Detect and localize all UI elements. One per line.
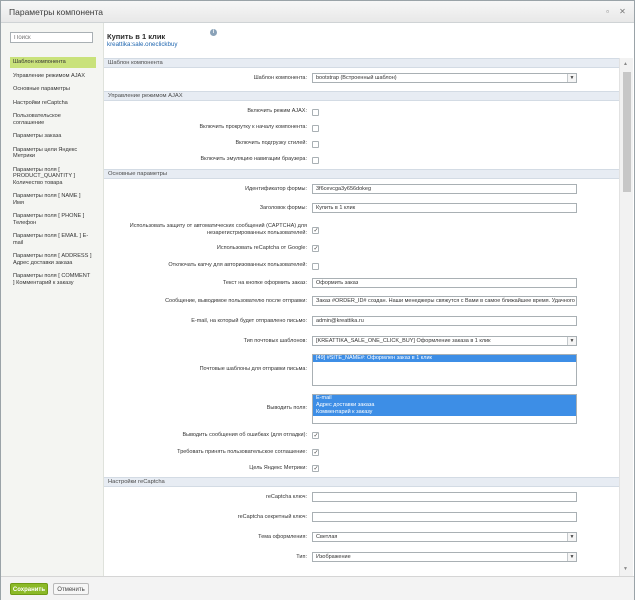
dialog-titlebar: Параметры компонента ▫ ✕ (1, 1, 634, 23)
chevron-down-icon: ▼ (567, 553, 576, 561)
rc-theme-label: Тема оформления: (258, 534, 307, 540)
section-ajax: Управление режимом AJAX (104, 91, 619, 101)
message-label: Сообщение, выводимое пользователю после … (165, 298, 307, 304)
section-main: Основные параметры (104, 169, 619, 179)
metrika-label: Цель Яндекс Метрики: (249, 465, 307, 471)
agreement-checkbox[interactable] (312, 449, 319, 456)
sidebar-item-template[interactable]: Шаблон компонента (10, 57, 96, 68)
component-name: Купить в 1 клик (107, 32, 166, 41)
ajax-mode-label: Включить режим AJAX: (247, 108, 307, 114)
mail-templates-label: Почтовые шаблоны для отправки письма: (199, 366, 307, 372)
content-scrollbar[interactable]: ▲ ▼ (619, 58, 633, 576)
disable-captcha-label: Отключать капчу для авторизованных польз… (168, 262, 307, 268)
form-title-label: Заголовок формы: (259, 205, 307, 211)
rc-key-input[interactable] (312, 492, 577, 502)
recaptcha-label: Использовать reCaptcha от Google: (216, 245, 307, 251)
disable-captcha-checkbox[interactable] (312, 263, 319, 270)
params-form: Шаблон компонента Шаблон компонента: boo… (104, 58, 619, 576)
captcha-checkbox[interactable] (312, 227, 319, 234)
show-errors-label: Выводить сообщения об ошибках (для отлад… (182, 432, 307, 438)
template-label: Шаблон компонента: (253, 75, 307, 81)
captcha-label: Использовать защиту от автоматических со… (129, 223, 307, 236)
rc-key-label: reCaptcha ключ: (266, 494, 307, 500)
section-title: Управление режимом AJAX (108, 93, 183, 99)
sidebar-item-field-email[interactable]: Параметры поля [ EMAIL ] E-mail (10, 231, 96, 248)
event-type-select[interactable]: [KREATTIKA_SALE_ONE_CLICK_BUY] Оформлени… (312, 336, 577, 346)
component-header: Купить в 1 клик i kreattika:sale.oneclic… (104, 23, 619, 61)
sidebar-item-agreement[interactable]: Пользовательское соглашение (10, 111, 96, 128)
sidebar-item-recaptcha[interactable]: Настройки reCaptcha (10, 98, 96, 109)
ajax-history-label: Включить эмуляцию навигации браузера: (200, 156, 307, 162)
sidebar-item-field-name[interactable]: Параметры поля [ NAME ] Имя (10, 191, 96, 208)
component-params-dialog: Параметры компонента ▫ ✕ Шаблон компонен… (0, 0, 635, 600)
sidebar-item-field-phone[interactable]: Параметры поля [ PHONE ] Телефон (10, 211, 96, 228)
mail-templates-listbox[interactable]: [49] #SITE_NAME#: Оформлен заказ в 1 кли… (312, 354, 577, 386)
ajax-scroll-checkbox[interactable] (312, 125, 319, 132)
ajax-scroll-label: Включить прокрутку к началу компонента: (199, 124, 307, 130)
rc-type-select[interactable]: Изображение ▼ (312, 552, 577, 562)
show-fields-label: Выводить поля: (266, 405, 307, 411)
rc-secret-label: reCaptcha секретный ключ: (237, 514, 307, 520)
ajax-styles-checkbox[interactable] (312, 141, 319, 148)
show-fields-listbox[interactable]: E-mail Адрес доставки заказа Комментарий… (312, 394, 577, 424)
dialog-footer: Сохранить Отменить (1, 576, 634, 600)
search-input[interactable] (10, 32, 93, 43)
save-button[interactable]: Сохранить (10, 583, 48, 595)
list-item[interactable]: Адрес доставки заказа (313, 402, 576, 409)
sidebar-item-ajax[interactable]: Управление режимом AJAX (10, 71, 96, 82)
email-input[interactable]: admin@kreattika.ru (312, 316, 577, 326)
template-select[interactable]: bootstrap (Встроенный шаблон) ▼ (312, 73, 577, 83)
form-title-input[interactable]: Купить в 1 клик (312, 203, 577, 213)
rc-type-label: Тип: (296, 554, 307, 560)
sidebar-item-main[interactable]: Основные параметры (10, 84, 96, 95)
list-item[interactable]: [49] #SITE_NAME#: Оформлен заказ в 1 кли… (313, 355, 576, 362)
dialog-title: Параметры компонента (9, 7, 104, 17)
message-input[interactable]: Заказ #ORDER_ID# создан. Наши менеджеры … (312, 296, 577, 306)
sidebar-item-field-quantity[interactable]: Параметры поля [ PRODUCT_QUANTITY ] Коли… (10, 165, 96, 189)
section-title: Основные параметры (108, 171, 167, 177)
form-id-label: Идентификатор формы: (245, 186, 307, 192)
metrika-checkbox[interactable] (312, 465, 319, 472)
rc-theme-value: Светлая (316, 534, 338, 540)
chevron-down-icon: ▼ (567, 337, 576, 345)
section-recaptcha: Настройки reCaptcha (104, 477, 619, 487)
section-template: Шаблон компонента (104, 58, 619, 68)
ajax-styles-label: Включить подгрузку стилей: (235, 140, 307, 146)
sidebar: Шаблон компонента Управление режимом AJA… (1, 23, 104, 576)
sidebar-item-metrika[interactable]: Параметры цели Яндекс Метрики (10, 145, 96, 162)
info-icon[interactable]: i (210, 29, 217, 36)
button-text-input[interactable]: Оформить заказ (312, 278, 577, 288)
sidebar-item-field-comment[interactable]: Параметры поля [ COMMENT ] Комментарий к… (10, 271, 96, 288)
sidebar-nav: Шаблон компонента Управление режимом AJA… (10, 57, 96, 291)
maximize-icon[interactable]: ▫ (602, 6, 613, 17)
scroll-down-icon[interactable]: ▼ (623, 566, 628, 572)
chevron-down-icon: ▼ (567, 533, 576, 541)
ajax-mode-checkbox[interactable] (312, 109, 319, 116)
event-type-value: [KREATTIKA_SALE_ONE_CLICK_BUY] Оформлени… (316, 338, 491, 344)
sidebar-item-field-address[interactable]: Параметры поля [ ADDRESS ] Адрес доставк… (10, 251, 96, 268)
form-id-input[interactable]: 3f6cevcga3y656dokeg (312, 184, 577, 194)
template-value: bootstrap (Встроенный шаблон) (316, 75, 397, 81)
close-icon[interactable]: ✕ (617, 6, 628, 17)
section-title: Шаблон компонента (108, 60, 163, 66)
section-title: Настройки reCaptcha (108, 479, 165, 485)
sidebar-item-order[interactable]: Параметры заказа (10, 131, 96, 142)
agreement-label: Требовать принять пользовательское согла… (177, 449, 307, 455)
rc-type-value: Изображение (316, 554, 351, 560)
component-code: kreattika:sale.oneclickbuy (107, 41, 178, 48)
scroll-up-icon[interactable]: ▲ (623, 61, 628, 67)
rc-secret-input[interactable] (312, 512, 577, 522)
rc-theme-select[interactable]: Светлая ▼ (312, 532, 577, 542)
show-errors-checkbox[interactable] (312, 432, 319, 439)
ajax-history-checkbox[interactable] (312, 157, 319, 164)
button-text-label: Текст на кнопке оформить заказ: (222, 280, 307, 286)
list-item[interactable]: E-mail (313, 395, 576, 402)
event-type-label: Тип почтовых шаблонов: (243, 338, 307, 344)
cancel-button[interactable]: Отменить (53, 583, 89, 595)
chevron-down-icon: ▼ (567, 74, 576, 82)
list-item[interactable]: Комментарий к заказу (313, 409, 576, 416)
scrollbar-thumb[interactable] (623, 72, 631, 192)
recaptcha-checkbox[interactable] (312, 245, 319, 252)
email-label: E-mail, на который будет отправлено пись… (191, 318, 307, 324)
